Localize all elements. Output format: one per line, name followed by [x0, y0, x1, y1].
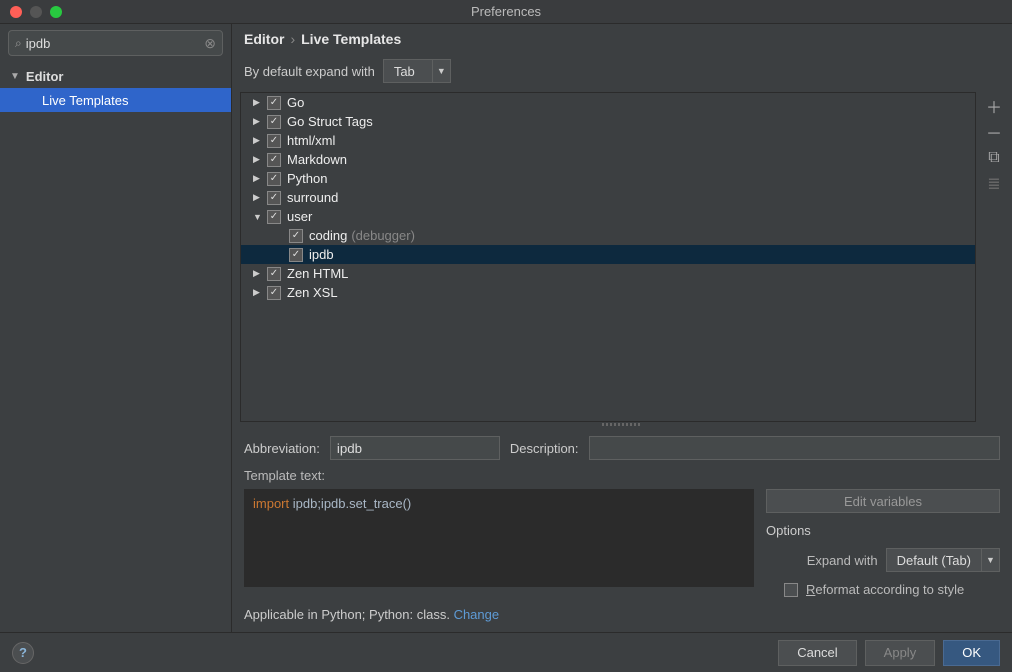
search-input[interactable] [26, 36, 205, 51]
expand-with-value: Tab [384, 64, 432, 79]
chevron-right-icon: ▶ [253, 154, 267, 165]
breadcrumb: Editor › Live Templates [232, 24, 1012, 54]
tree-item-hint: (debugger) [351, 228, 415, 243]
checkbox-icon[interactable] [289, 248, 303, 262]
tree-group-label: surround [287, 190, 338, 205]
add-icon[interactable]: ＋ [986, 98, 1002, 114]
chevron-right-icon: ▶ [253, 173, 267, 184]
chevron-right-icon: ▶ [253, 287, 267, 298]
checkbox-icon[interactable] [289, 229, 303, 243]
description-input[interactable] [589, 436, 1000, 460]
tree-toolbar: ＋ － ⧉ ≣ [982, 92, 1006, 420]
titlebar: Preferences [0, 0, 1012, 24]
checkbox-icon[interactable] [267, 96, 281, 110]
expand-with-template-value: Default (Tab) [887, 553, 981, 568]
breadcrumb-leaf: Live Templates [301, 31, 401, 47]
edit-variables-button[interactable]: Edit variables [766, 489, 1000, 513]
template-text-editor[interactable]: import ipdb;ipdb.set_trace() [244, 489, 754, 587]
expand-with-template-label: Expand with [807, 553, 878, 568]
change-context-link[interactable]: Change [454, 607, 500, 622]
reformat-checkbox[interactable] [784, 583, 798, 597]
breadcrumb-root: Editor [244, 31, 284, 47]
checkbox-icon[interactable] [267, 267, 281, 281]
tree-item[interactable]: ▶coding(debugger) [241, 226, 975, 245]
tree-group-label: Zen HTML [287, 266, 348, 281]
chevron-right-icon: ▶ [253, 116, 267, 127]
expand-with-label: By default expand with [244, 64, 375, 79]
tree-group-label: Python [287, 171, 327, 186]
templates-tree[interactable]: ▶ Go ▶ Go Struct Tags ▶ html/xml ▶ Markdown ▶ Pyt… [240, 92, 976, 422]
remove-icon[interactable]: － [986, 124, 1002, 140]
checkbox-icon[interactable] [267, 210, 281, 224]
search-field[interactable]: ⌕ ⊗ [8, 30, 223, 56]
checkbox-icon[interactable] [267, 134, 281, 148]
chevron-right-icon: ▶ [253, 192, 267, 203]
template-text-label: Template text: [244, 468, 325, 483]
chevron-down-icon: ▼ [10, 71, 20, 82]
tree-group[interactable]: ▼ user [241, 207, 975, 226]
chevron-down-icon[interactable]: ▼ [432, 60, 450, 82]
options-heading: Options [766, 523, 1000, 538]
breadcrumb-separator-icon: › [290, 31, 295, 47]
tree-group-label: Go Struct Tags [287, 114, 373, 129]
checkbox-icon[interactable] [267, 115, 281, 129]
tree-item-label: coding [309, 228, 347, 243]
sidebar-item-live-templates[interactable]: Live Templates [0, 88, 231, 112]
chevron-down-icon: ▼ [253, 212, 267, 222]
sidebar-item-label: Live Templates [42, 93, 128, 108]
expand-with-template-combo[interactable]: Default (Tab) ▼ [886, 548, 1000, 572]
checkbox-icon[interactable] [267, 191, 281, 205]
help-button[interactable]: ? [12, 642, 34, 664]
checkbox-icon[interactable] [267, 153, 281, 167]
copy-icon[interactable]: ⧉ [986, 150, 1002, 166]
tree-group[interactable]: ▶ Zen XSL [241, 283, 975, 302]
checkbox-icon[interactable] [267, 286, 281, 300]
sidebar-group-label: Editor [26, 69, 64, 84]
main-panel: Editor › Live Templates By default expan… [232, 24, 1012, 632]
paste-icon[interactable]: ≣ [986, 176, 1002, 192]
tree-group[interactable]: ▶ Go [241, 93, 975, 112]
abbreviation-label: Abbreviation: [244, 441, 320, 456]
tree-group[interactable]: ▶ Zen HTML [241, 264, 975, 283]
window-title: Preferences [0, 4, 1012, 19]
tree-group-label: Go [287, 95, 304, 110]
search-icon: ⌕ [15, 36, 22, 51]
tree-group-label: html/xml [287, 133, 335, 148]
chevron-down-icon[interactable]: ▼ [981, 549, 999, 571]
tree-group-label: Markdown [287, 152, 347, 167]
tree-group[interactable]: ▶ html/xml [241, 131, 975, 150]
ok-button[interactable]: OK [943, 640, 1000, 666]
sidebar-group-editor[interactable]: ▼ Editor [0, 64, 231, 88]
chevron-right-icon: ▶ [253, 97, 267, 108]
chevron-right-icon: ▶ [253, 135, 267, 146]
cancel-button[interactable]: Cancel [778, 640, 856, 666]
abbreviation-input[interactable] [330, 436, 500, 460]
tree-group[interactable]: ▶ surround [241, 188, 975, 207]
description-label: Description: [510, 441, 579, 456]
tree-group[interactable]: ▶ Python [241, 169, 975, 188]
tree-group[interactable]: ▶ Markdown [241, 150, 975, 169]
chevron-right-icon: ▶ [253, 268, 267, 279]
expand-with-combo[interactable]: Tab ▼ [383, 59, 451, 83]
applicable-context-text: Applicable in Python; Python: class. [244, 607, 454, 622]
tree-group[interactable]: ▶ Go Struct Tags [241, 112, 975, 131]
tree-group-label: Zen XSL [287, 285, 338, 300]
clear-search-icon[interactable]: ⊗ [204, 35, 216, 52]
tree-item[interactable]: ▶ipdb [241, 245, 975, 264]
tree-item-label: ipdb [309, 247, 334, 262]
tree-group-label: user [287, 209, 312, 224]
apply-button[interactable]: Apply [865, 640, 936, 666]
reformat-label: Reformat according to style [806, 582, 964, 597]
checkbox-icon[interactable] [267, 172, 281, 186]
sidebar: ⌕ ⊗ ▼ Editor Live Templates [0, 24, 232, 632]
dialog-footer: ? Cancel Apply OK [0, 632, 1012, 672]
